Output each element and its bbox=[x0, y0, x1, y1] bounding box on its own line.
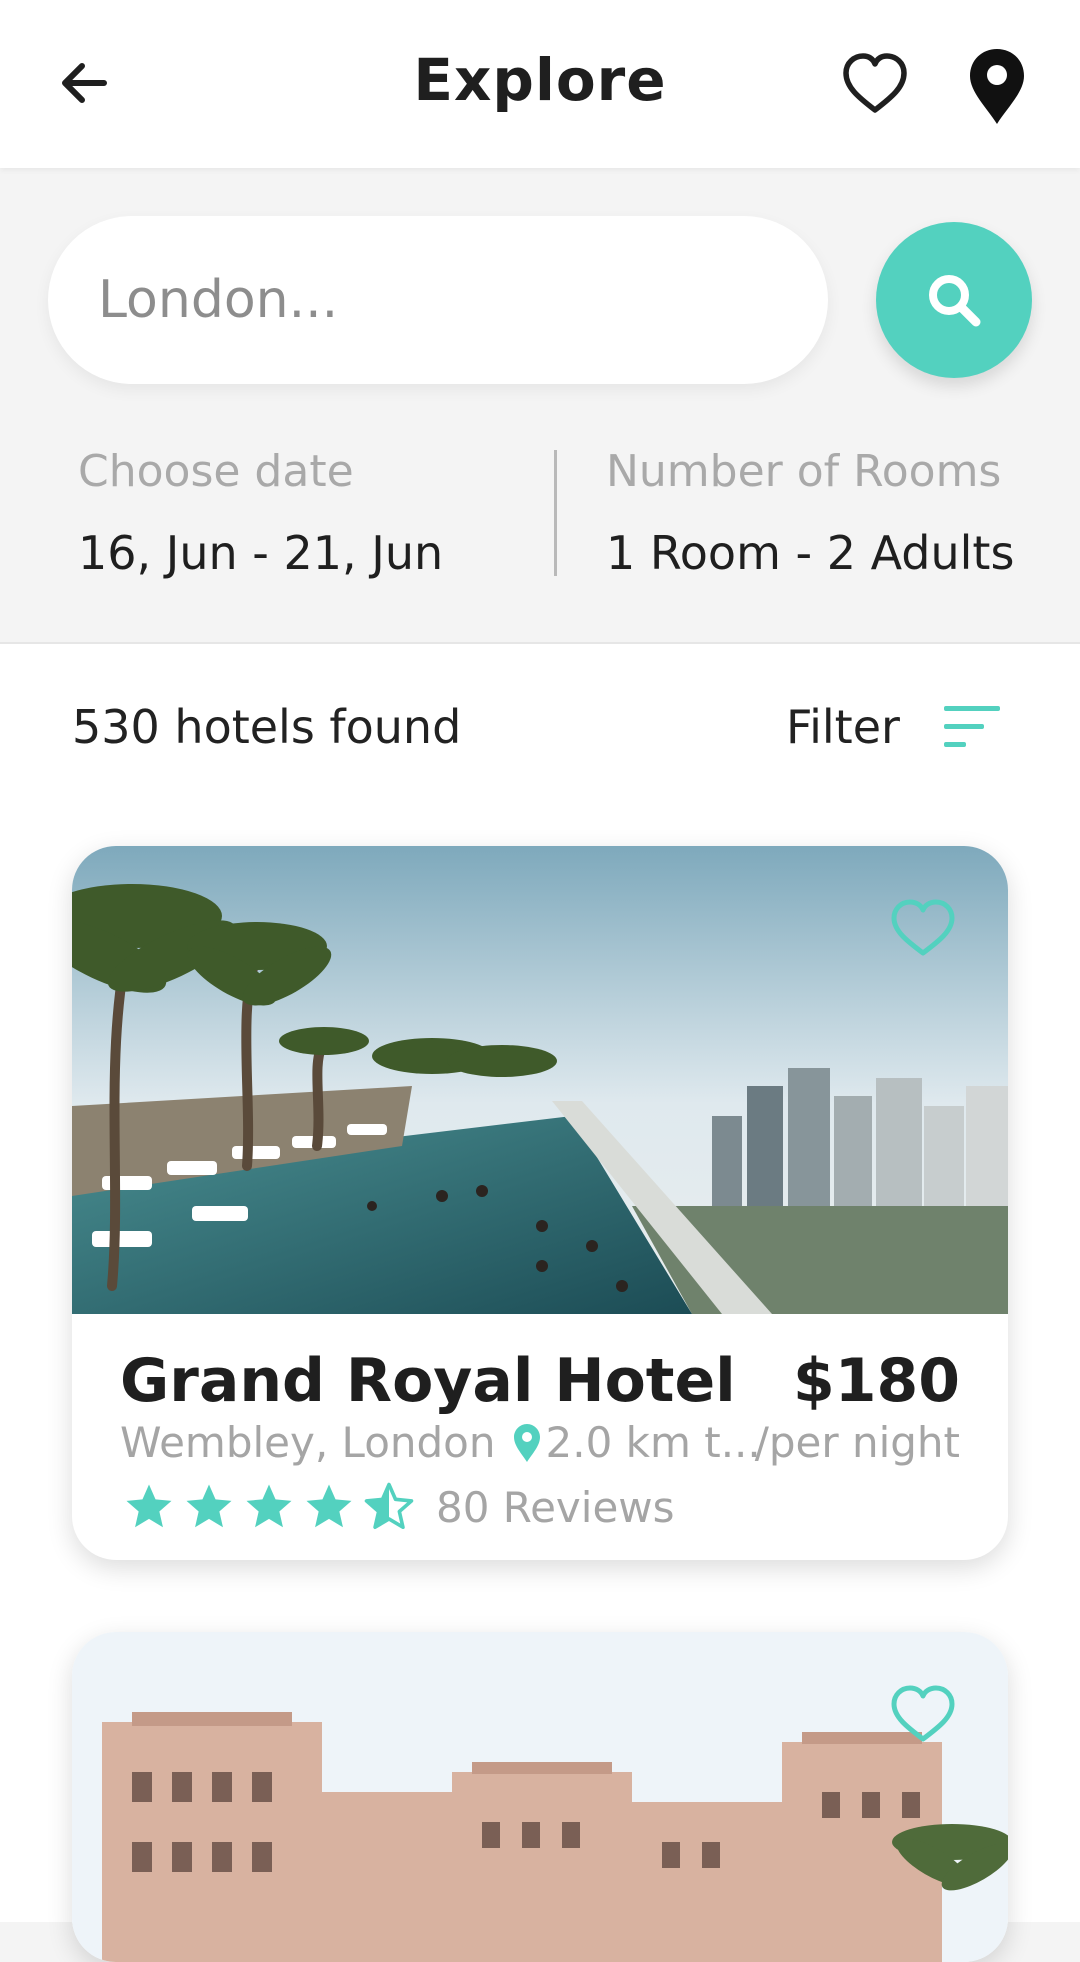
app-header: Explore bbox=[0, 0, 1080, 168]
date-label: Choose date bbox=[78, 446, 354, 497]
filter-button[interactable]: Filter bbox=[786, 700, 900, 754]
filter-icon[interactable] bbox=[942, 704, 1002, 750]
star-half-icon bbox=[364, 1482, 414, 1530]
favorite-heart-icon[interactable] bbox=[890, 1684, 956, 1744]
favorites-button[interactable] bbox=[840, 50, 910, 120]
favorite-heart-icon[interactable] bbox=[890, 898, 956, 958]
hotel-price: $180 bbox=[793, 1346, 960, 1416]
map-button[interactable] bbox=[962, 46, 1032, 126]
map-pin-icon bbox=[970, 49, 1024, 124]
hotel-location-row: Wembley, London 2.0 km t... bbox=[120, 1418, 761, 1467]
reviews-count: 80 Reviews bbox=[436, 1482, 675, 1532]
rooms-label: Number of Rooms bbox=[606, 446, 1002, 497]
date-value[interactable]: 16, Jun - 21, Jun bbox=[78, 526, 443, 580]
search-icon bbox=[929, 275, 981, 327]
heart-outline-icon bbox=[843, 53, 907, 113]
rooms-value[interactable]: 1 Room - 2 Adults bbox=[606, 526, 1014, 580]
page-title: Explore bbox=[413, 46, 667, 114]
location-pin-icon bbox=[513, 1423, 540, 1462]
sort-lines-icon bbox=[944, 706, 1000, 747]
hotel-distance: 2.0 km t... bbox=[545, 1418, 761, 1467]
star-full-icon bbox=[126, 1484, 172, 1528]
star-full-icon bbox=[186, 1484, 232, 1528]
options-divider bbox=[554, 450, 557, 576]
search-button[interactable] bbox=[876, 222, 1032, 378]
results-count: 530 hotels found bbox=[72, 700, 462, 754]
search-placeholder: London... bbox=[98, 270, 339, 330]
star-full-icon bbox=[246, 1484, 292, 1528]
hotel-photo bbox=[72, 1632, 1008, 1962]
hotel-location: Wembley, London bbox=[120, 1418, 496, 1467]
price-unit: /per night bbox=[754, 1418, 960, 1467]
star-full-icon bbox=[306, 1484, 352, 1528]
search-input[interactable]: London... bbox=[48, 216, 828, 384]
hotel-card[interactable]: Grand Royal Hotel $180 Wembley, London 2… bbox=[72, 846, 1008, 1560]
rating-row: 80 Reviews bbox=[122, 1480, 675, 1534]
hotel-photo bbox=[72, 846, 1008, 1314]
hotel-name: Grand Royal Hotel bbox=[120, 1346, 736, 1416]
hotel-card[interactable] bbox=[72, 1632, 1008, 1962]
